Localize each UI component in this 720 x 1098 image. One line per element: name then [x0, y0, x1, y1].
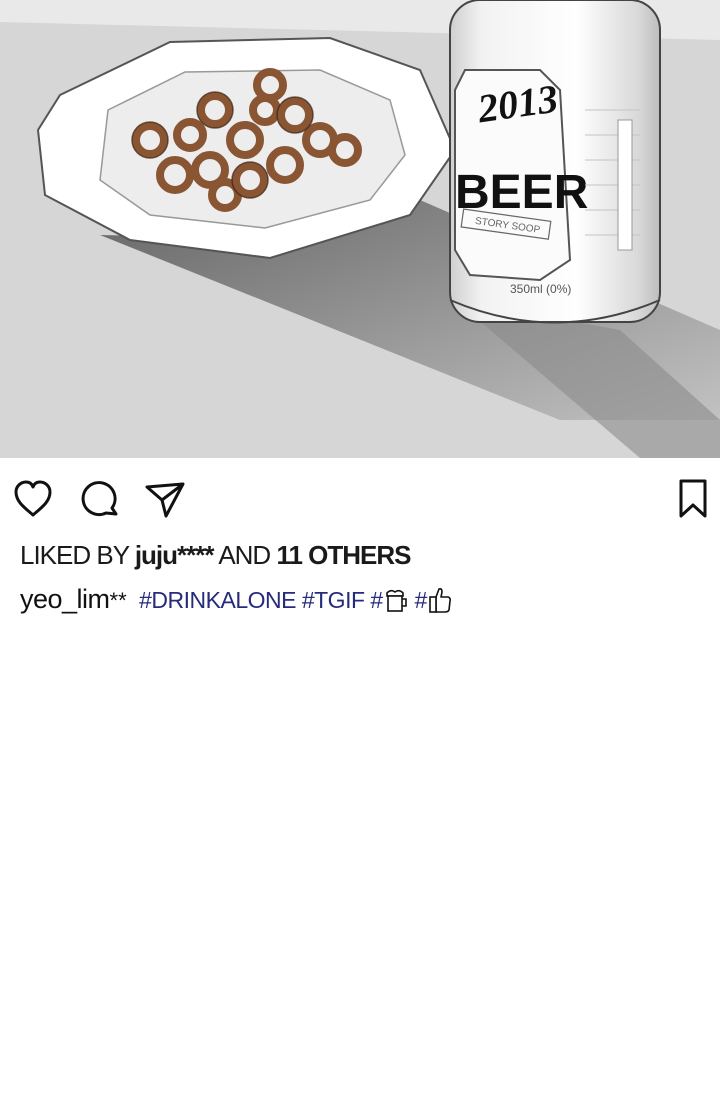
likes-prefix: LIKED BY	[20, 540, 130, 570]
hashtag-thumbs-prefix: #	[414, 587, 428, 613]
hashtag-drinkalone[interactable]: #DRINKALONE	[139, 587, 296, 613]
hashtag-beer[interactable]: #	[370, 587, 408, 613]
comment-icon[interactable]	[78, 478, 120, 520]
svg-text:350ml (0%): 350ml (0%)	[510, 282, 571, 296]
thumbs-up-icon	[427, 586, 453, 620]
post-illustration: 2013 BEER STORY SOOP 350ml (0%)	[0, 0, 720, 458]
send-icon[interactable]	[144, 478, 186, 520]
beer-mug-icon	[383, 588, 409, 620]
post-caption: yeo_lim** #DRINKALONE #TGIF # #	[20, 584, 453, 620]
caption-username[interactable]: yeo_lim	[20, 584, 110, 614]
liked-by-user[interactable]: juju****	[135, 540, 215, 570]
post-image[interactable]: 2013 BEER STORY SOOP 350ml (0%)	[0, 0, 720, 458]
hashtag-thumbs-up[interactable]: #	[415, 587, 453, 613]
likes-others[interactable]: 11 OTHERS	[276, 540, 411, 570]
bookmark-icon[interactable]	[672, 478, 714, 520]
post-action-bar	[0, 472, 720, 528]
beer-can: 2013 BEER STORY SOOP 350ml (0%)	[449, 0, 661, 324]
hashtag-tgif[interactable]: #TGIF	[302, 587, 365, 613]
likes-middle: AND	[218, 540, 271, 570]
likes-summary[interactable]: LIKED BY juju**** AND 11 OTHERS	[20, 540, 412, 571]
heart-icon[interactable]	[12, 478, 54, 520]
hashtag-beer-prefix: #	[370, 587, 383, 613]
username-suffix: **	[109, 588, 127, 613]
